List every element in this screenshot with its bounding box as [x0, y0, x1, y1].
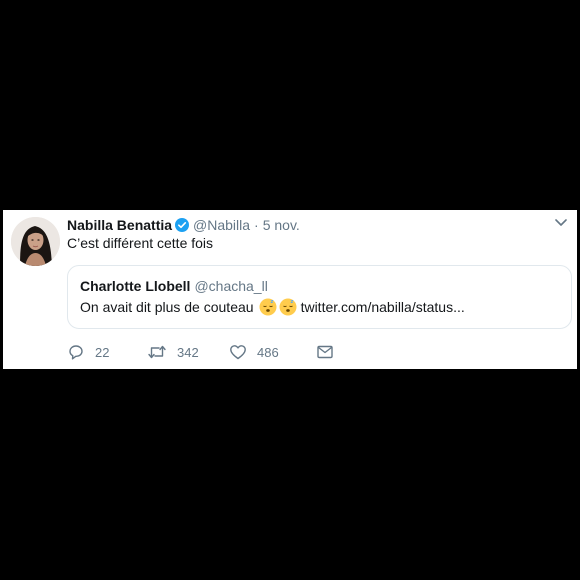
quoted-tweet-body: On avait dit plus de couteau z z twitter… — [80, 298, 465, 316]
chevron-down-icon[interactable] — [555, 219, 567, 227]
like-count: 486 — [257, 344, 279, 360]
quoted-author-name: Charlotte Llobell — [80, 278, 191, 294]
retweet-count: 342 — [177, 344, 199, 360]
reply-button[interactable]: 22 — [67, 343, 147, 361]
retweet-icon — [147, 343, 167, 361]
avatar[interactable] — [11, 217, 60, 266]
verified-badge-icon — [175, 218, 190, 232]
reply-icon — [67, 343, 85, 361]
tweet-date[interactable]: 5 nov. — [263, 217, 300, 233]
svg-text:z: z — [290, 299, 293, 305]
reply-count: 22 — [95, 344, 110, 360]
tweet-card[interactable]: Nabilla Benattia @Nabilla · 5 nov. C’est… — [3, 210, 577, 369]
sleeping-face-icon: z — [259, 298, 277, 316]
tweet-header: Nabilla Benattia @Nabilla · 5 nov. — [67, 215, 300, 235]
quoted-author-handle: @chacha_ll — [194, 278, 268, 294]
tweet-actions: 22 342 486 — [67, 342, 334, 362]
quoted-tweet-text: On avait dit plus de couteau — [80, 299, 254, 315]
sleeping-face-icon: z — [279, 298, 297, 316]
direct-message-button[interactable] — [316, 343, 334, 361]
quoted-tweet-header: Charlotte Llobell @chacha_ll — [80, 278, 268, 294]
retweet-button[interactable]: 342 — [147, 343, 229, 361]
quoted-tweet-link[interactable]: twitter.com/nabilla/status... — [301, 299, 465, 315]
like-button[interactable]: 486 — [229, 343, 316, 361]
tweet-text: C’est différent cette fois — [67, 235, 214, 251]
envelope-icon — [316, 343, 334, 361]
author-handle[interactable]: @Nabilla — [193, 217, 250, 233]
svg-text:z: z — [270, 299, 273, 305]
author-name[interactable]: Nabilla Benattia — [67, 217, 172, 233]
heart-icon — [229, 343, 247, 361]
header-separator: · — [254, 217, 259, 233]
quoted-tweet[interactable]: Charlotte Llobell @chacha_ll On avait di… — [67, 265, 572, 329]
